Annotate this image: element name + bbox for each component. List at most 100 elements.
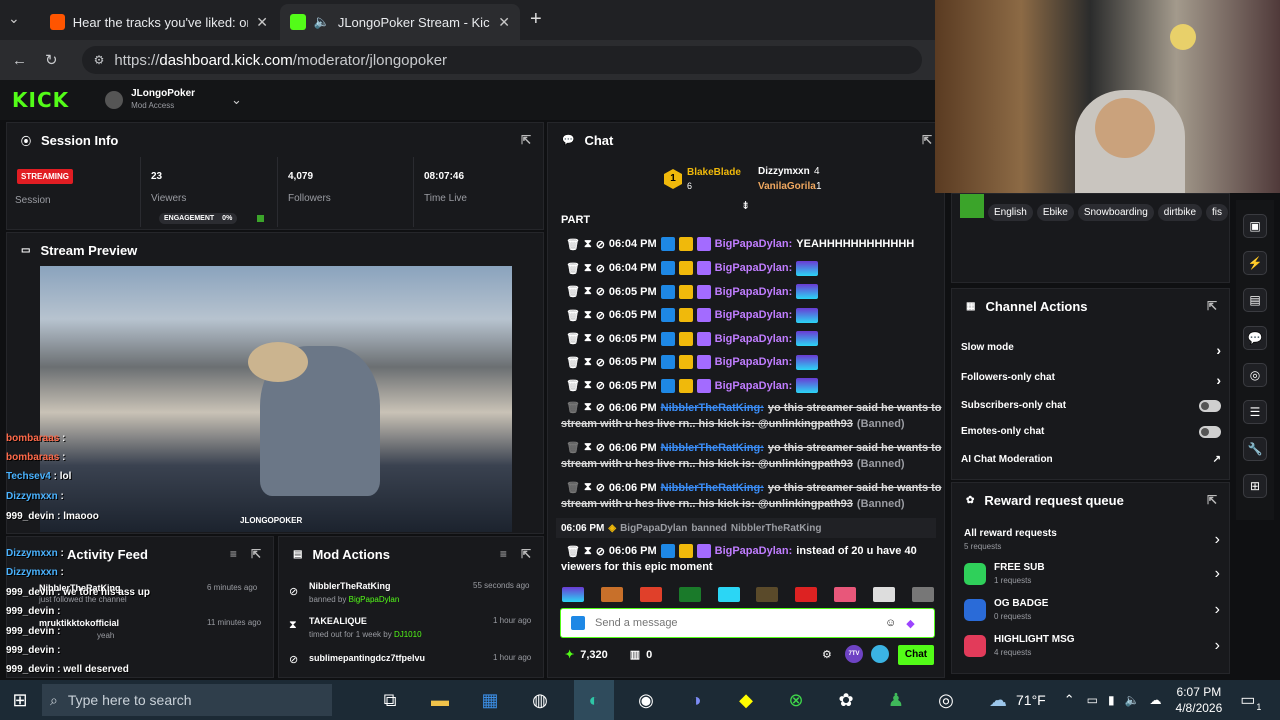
popout-icon[interactable]: ⇱ <box>922 133 932 147</box>
message-user[interactable]: NibblerTheRatKing: <box>661 442 764 454</box>
emote-icon[interactable] <box>911 587 934 602</box>
timeout-icon[interactable]: ⧗ <box>584 379 592 392</box>
tray-app-icon[interactable]: ▭ <box>1087 693 1098 707</box>
emote-icon[interactable] <box>795 587 818 602</box>
timeout-icon[interactable]: ⧗ <box>584 441 592 454</box>
pin-icon[interactable]: ⇟ <box>741 199 750 212</box>
popout-icon[interactable]: ⇱ <box>521 133 531 147</box>
delete-icon[interactable]: 🗑 <box>566 356 580 369</box>
screenshot-icon[interactable]: ▣ <box>1243 214 1267 238</box>
emote-icon[interactable] <box>600 587 623 602</box>
message-user[interactable]: NibblerTheRatKing: <box>661 482 764 494</box>
timeout-icon[interactable]: ⧗ <box>584 481 592 494</box>
list-icon[interactable]: ☰ <box>1243 400 1267 424</box>
leader-name[interactable]: Dizzymxxn <box>758 166 810 177</box>
stream-tag[interactable]: Ebike <box>1036 204 1074 221</box>
mod-action-user[interactable]: sublimepantingdcz7tfpelvu <box>309 653 425 663</box>
mod-action-user[interactable]: TAKEALIQUE <box>309 616 367 626</box>
points-display[interactable]: ✦ 7,320 ▥ 0 <box>565 648 652 662</box>
discord-icon[interactable]: ◑ <box>682 686 710 714</box>
timeout-icon[interactable]: ⧗ <box>584 238 592 251</box>
toggle-switch[interactable] <box>1199 426 1221 438</box>
ban-icon[interactable]: ⊘ <box>596 545 605 558</box>
reload-icon[interactable]: ↻ <box>45 51 58 69</box>
windows-start-icon[interactable]: ⊞ <box>6 686 34 714</box>
tab-soundcloud[interactable]: Hear the tracks you've liked: on So ✕ <box>40 4 278 40</box>
message-user[interactable]: BigPapaDylan: <box>715 238 793 250</box>
lightning-icon[interactable]: ⚡ <box>1243 251 1267 275</box>
volume-icon[interactable]: 🔈 <box>1125 693 1140 707</box>
chat-input[interactable]: ☺ ◆ <box>560 608 935 638</box>
timeout-icon[interactable]: ⧗ <box>584 262 592 275</box>
emote-icon[interactable] <box>639 587 662 602</box>
channel-action-1[interactable]: Followers-only chat › <box>961 372 1221 388</box>
chat-message[interactable]: 🗑 ⧗ ⊘ 06:05 PM BigPapaDylan: <box>566 307 819 323</box>
message-user[interactable]: NibblerTheRatKing: <box>661 402 764 414</box>
ban-icon[interactable]: ⊘ <box>596 401 605 414</box>
timeout-icon[interactable]: ⧗ <box>584 356 592 369</box>
reply-icon[interactable] <box>571 616 585 630</box>
banned-chat-message[interactable]: 🗑 ⧗ ⊘ 06:06 PM NibblerTheRatKing: yo this str… <box>566 401 942 414</box>
ban-icon[interactable]: ⊘ <box>596 262 605 275</box>
url-field[interactable]: ⚙ https://dashboard.kick.com/moderator/j… <box>81 46 922 74</box>
delete-icon[interactable]: 🗑 <box>566 441 580 454</box>
message-user[interactable]: BigPapaDylan: <box>715 309 793 321</box>
close-tab-icon[interactable]: ✕ <box>256 14 268 31</box>
timeout-icon[interactable]: ⧗ <box>584 332 592 345</box>
popout-icon[interactable]: ⇱ <box>251 547 261 561</box>
timeout-icon[interactable]: ⧗ <box>584 545 592 558</box>
delete-icon[interactable]: 🗑 <box>566 262 580 275</box>
delete-icon[interactable]: 🗑 <box>566 379 580 392</box>
obs-icon[interactable]: ◉ <box>632 686 660 714</box>
xbox-icon[interactable]: ⊗ <box>782 686 810 714</box>
close-tab-icon[interactable]: ✕ <box>498 14 510 31</box>
emote-icon[interactable] <box>756 587 779 602</box>
edge-icon[interactable]: ◐ <box>574 680 614 720</box>
stream-tag[interactable]: Snowboarding <box>1077 204 1154 221</box>
layout-icon[interactable]: ⊞ <box>1243 474 1267 498</box>
taskbar-search[interactable]: ⌕ Type here to search <box>42 684 332 716</box>
new-tab-icon[interactable]: + <box>530 8 542 31</box>
delete-icon[interactable]: 🗑 <box>566 401 580 414</box>
mod-action-user[interactable]: NibblerTheRatKing <box>309 581 391 591</box>
ban-icon[interactable]: ⊘ <box>596 441 605 454</box>
ban-icon[interactable]: ⊘ <box>596 238 605 251</box>
broadcast-icon[interactable]: ◎ <box>1243 363 1267 387</box>
emote-icon[interactable] <box>796 284 819 299</box>
channel-action-3[interactable]: Emotes-only chat <box>961 426 1221 438</box>
ban-icon[interactable]: ⊘ <box>596 332 605 345</box>
chess-icon[interactable]: ♟ <box>882 686 910 714</box>
emote-icon[interactable] <box>796 378 819 393</box>
delete-icon[interactable]: 🗑 <box>566 332 580 345</box>
timeout-icon[interactable]: ⧗ <box>584 401 592 414</box>
emote-icon[interactable] <box>873 587 895 602</box>
popout-icon[interactable]: ⇱ <box>1207 299 1217 313</box>
ban-icon[interactable]: ⊘ <box>596 285 605 298</box>
task-view-icon[interactable]: ⧉ <box>376 686 404 714</box>
timeout-icon[interactable]: ⧗ <box>584 309 592 322</box>
usb-icon[interactable]: ▮ <box>1108 693 1115 707</box>
emote-icon[interactable] <box>717 587 740 602</box>
reward-row[interactable]: OG BADGE 0 requests › <box>964 597 1220 623</box>
send-chat-button[interactable]: Chat <box>898 645 934 665</box>
mod-action-by[interactable]: DJ1010 <box>394 630 422 639</box>
chat-message[interactable]: 🗑 ⧗ ⊘ 06:06 PM BigPapaDylan: instead of 20… <box>566 544 917 558</box>
tab-list-chevron-icon[interactable]: ⌄ <box>8 10 32 32</box>
ban-icon[interactable]: ⊘ <box>596 309 605 322</box>
ban-notice-mod[interactable]: BigPapaDylan <box>620 523 687 534</box>
chat-message[interactable]: 🗑 ⧗ ⊘ 06:05 PM BigPapaDylan: <box>566 378 819 393</box>
ban-icon[interactable]: ⊘ <box>596 481 605 494</box>
emoji-icon[interactable]: ☺ <box>885 617 896 629</box>
chat-message[interactable]: 🗑 ⧗ ⊘ 06:05 PM BigPapaDylan: <box>566 354 819 370</box>
emote-icon[interactable] <box>678 587 701 602</box>
emote-icon[interactable] <box>796 307 819 323</box>
filter-icon[interactable]: ≡ <box>230 547 237 561</box>
delete-icon[interactable]: 🗑 <box>566 238 580 251</box>
tab-kick[interactable]: 🔈 JLongoPoker Stream - Kick Da ✕ <box>280 4 520 40</box>
banned-chat-message[interactable]: 🗑 ⧗ ⊘ 06:06 PM NibblerTheRatKing: yo this str… <box>566 481 942 494</box>
delete-icon[interactable]: 🗑 <box>566 545 580 558</box>
back-icon[interactable]: ← <box>12 52 27 69</box>
delete-icon[interactable]: 🗑 <box>566 481 580 494</box>
chat-message[interactable]: 🗑 ⧗ ⊘ 06:05 PM BigPapaDylan: <box>566 284 819 299</box>
popout-icon[interactable]: ⇱ <box>521 547 531 561</box>
